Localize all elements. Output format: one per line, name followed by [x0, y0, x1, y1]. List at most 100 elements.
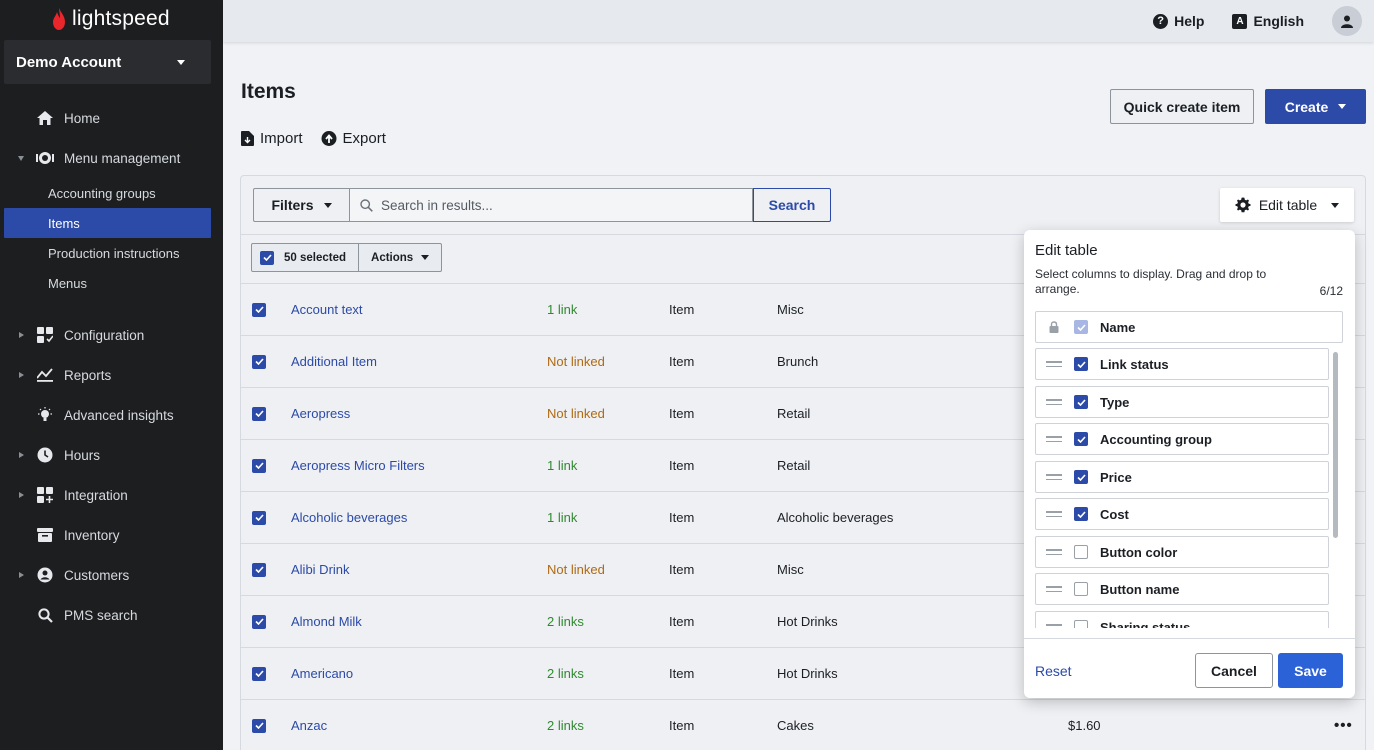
- brand-name: lightspeed: [72, 7, 170, 30]
- configuration-icon: [36, 326, 54, 344]
- column-option-price[interactable]: Price: [1035, 461, 1329, 493]
- quick-create-item-button[interactable]: Quick create item: [1110, 89, 1254, 124]
- sidebar-item-inventory[interactable]: Inventory: [0, 515, 223, 555]
- column-checkbox[interactable]: [1074, 432, 1088, 446]
- accounting-group: Retail: [777, 458, 811, 473]
- item-type: Item: [669, 666, 695, 681]
- item-name-link[interactable]: Alibi Drink: [291, 562, 350, 577]
- drag-handle-icon[interactable]: [1046, 399, 1062, 405]
- drag-handle-icon[interactable]: [1046, 436, 1062, 442]
- drag-handle-icon[interactable]: [1046, 586, 1062, 592]
- column-checkbox[interactable]: [1074, 507, 1088, 521]
- edit-table-button[interactable]: Edit table: [1220, 188, 1354, 222]
- drag-handle-icon[interactable]: [1046, 549, 1062, 555]
- row-checkbox[interactable]: [252, 354, 266, 369]
- user-avatar[interactable]: [1332, 6, 1362, 36]
- table-row[interactable]: Anzac 2 links Item Cakes $1.60 •••: [241, 699, 1365, 750]
- check-icon: [254, 410, 264, 417]
- sidebar-subitem-items[interactable]: Items: [4, 208, 211, 238]
- check-icon: [1076, 510, 1086, 518]
- reset-button[interactable]: Reset: [1035, 663, 1072, 679]
- sidebar-item-pms-search[interactable]: PMS search: [0, 595, 223, 635]
- column-option-cost[interactable]: Cost: [1035, 498, 1329, 530]
- row-checkbox[interactable]: [252, 614, 266, 629]
- row-checkbox[interactable]: [252, 302, 266, 317]
- column-checkbox[interactable]: [1074, 545, 1088, 559]
- item-name-link[interactable]: Additional Item: [291, 354, 377, 369]
- drag-handle-icon[interactable]: [1046, 361, 1062, 367]
- row-checkbox[interactable]: [252, 510, 266, 525]
- save-button[interactable]: Save: [1278, 653, 1343, 688]
- column-option-accounting-group[interactable]: Accounting group: [1035, 423, 1329, 455]
- check-icon: [254, 514, 264, 521]
- sidebar-subitem-menus[interactable]: Menus: [0, 268, 223, 298]
- search-input[interactable]: Search in results...: [349, 188, 753, 222]
- drag-handle-icon[interactable]: [1046, 511, 1062, 517]
- export-button[interactable]: Export: [321, 130, 386, 147]
- bulk-actions-dropdown[interactable]: Actions: [359, 244, 441, 271]
- import-button[interactable]: Import: [241, 130, 303, 147]
- clock-icon: [36, 446, 54, 464]
- item-type: Item: [669, 354, 695, 369]
- column-option-type[interactable]: Type: [1035, 386, 1329, 418]
- column-option-sharing-status[interactable]: Sharing status: [1035, 611, 1329, 628]
- accounting-group: Misc: [777, 562, 804, 577]
- sidebar-item-reports[interactable]: Reports: [0, 355, 223, 395]
- cancel-button[interactable]: Cancel: [1195, 653, 1273, 688]
- check-icon: [254, 462, 264, 469]
- more-options-icon[interactable]: •••: [1334, 717, 1353, 734]
- sidebar-subitem-accounting-groups[interactable]: Accounting groups: [0, 178, 223, 208]
- item-name-link[interactable]: Alcoholic beverages: [291, 510, 407, 525]
- sidebar-item-advanced-insights[interactable]: Advanced insights: [0, 395, 223, 435]
- column-list-scrollbar[interactable]: [1333, 352, 1338, 538]
- select-all-checkbox[interactable]: [260, 250, 274, 265]
- item-name-link[interactable]: Aeropress: [291, 406, 350, 421]
- column-option-button-color[interactable]: Button color: [1035, 536, 1329, 568]
- column-option-button-name[interactable]: Button name: [1035, 573, 1329, 605]
- sidebar-item-label: Home: [64, 110, 101, 126]
- column-checkbox[interactable]: [1074, 582, 1088, 596]
- language-label: English: [1253, 13, 1304, 29]
- row-checkbox[interactable]: [252, 458, 266, 473]
- select-all-toggle[interactable]: 50 selected: [252, 244, 360, 271]
- sidebar-item-integration[interactable]: Integration: [0, 475, 223, 515]
- check-icon: [254, 670, 264, 677]
- column-count: 6/12: [1319, 284, 1343, 298]
- column-checkbox[interactable]: [1074, 470, 1088, 484]
- drag-handle-icon[interactable]: [1046, 624, 1062, 628]
- column-checkbox[interactable]: [1074, 395, 1088, 409]
- sidebar-item-configuration[interactable]: Configuration: [0, 315, 223, 355]
- sidebar-item-hours[interactable]: Hours: [0, 435, 223, 475]
- create-button[interactable]: Create: [1265, 89, 1366, 124]
- row-checkbox[interactable]: [252, 562, 266, 577]
- account-selector[interactable]: Demo Account: [4, 40, 211, 84]
- row-checkbox[interactable]: [252, 406, 266, 421]
- item-name-link[interactable]: Account text: [291, 302, 363, 317]
- column-option-link-status[interactable]: Link status: [1035, 348, 1329, 380]
- customers-icon: [36, 566, 54, 584]
- language-selector[interactable]: A English: [1232, 13, 1304, 29]
- row-checkbox[interactable]: [252, 718, 266, 733]
- column-checkbox[interactable]: [1074, 357, 1088, 371]
- accounting-group: Cakes: [777, 718, 814, 733]
- chevron-down-icon: [1338, 104, 1347, 109]
- sidebar-subitem-production-instructions[interactable]: Production instructions: [0, 238, 223, 268]
- sidebar-item-home[interactable]: Home: [0, 98, 223, 138]
- check-icon: [254, 358, 264, 365]
- item-name-link[interactable]: Aeropress Micro Filters: [291, 458, 425, 473]
- item-name-link[interactable]: Americano: [291, 666, 353, 681]
- drag-handle-icon[interactable]: [1046, 474, 1062, 480]
- column-checkbox[interactable]: [1074, 620, 1088, 628]
- item-name-link[interactable]: Almond Milk: [291, 614, 362, 629]
- sidebar-item-label: Configuration: [64, 327, 145, 343]
- link-status: 2 links: [547, 666, 584, 681]
- row-checkbox[interactable]: [252, 666, 266, 681]
- item-name-link[interactable]: Anzac: [291, 718, 327, 733]
- logo[interactable]: lightspeed: [0, 0, 223, 38]
- bulk-selection-bar: 50 selected Actions: [251, 243, 443, 272]
- filters-button[interactable]: Filters: [253, 188, 349, 222]
- help-link[interactable]: ? Help: [1153, 13, 1204, 29]
- search-button[interactable]: Search: [753, 188, 831, 222]
- sidebar-item-customers[interactable]: Customers: [0, 555, 223, 595]
- sidebar-item-menu-management[interactable]: Menu management: [0, 138, 223, 178]
